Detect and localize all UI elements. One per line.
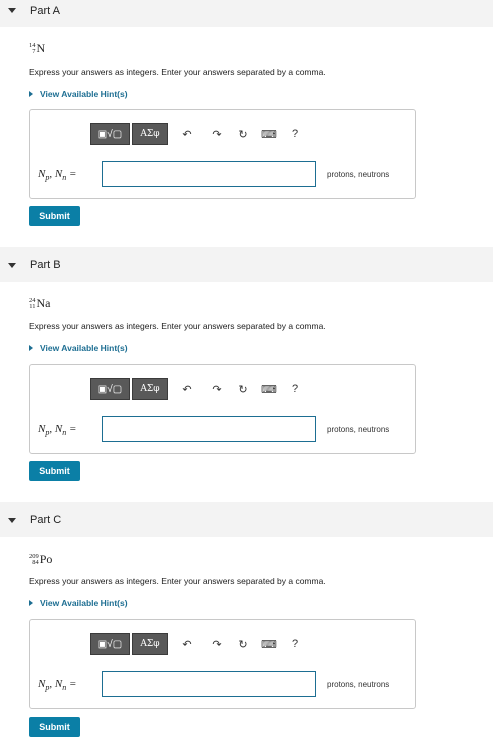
redo-icon[interactable]: ↷ — [206, 123, 228, 145]
answer-input[interactable] — [102, 416, 316, 442]
keyboard-icon[interactable]: ⌨ — [258, 123, 280, 145]
hint-label: View Available Hint(s) — [40, 598, 128, 608]
instructions: Express your answers as integers. Enter … — [29, 67, 326, 77]
symbols-button[interactable]: ΑΣφ — [132, 123, 168, 145]
hint-caret-icon — [29, 600, 33, 606]
keyboard-icon[interactable]: ⌨ — [258, 633, 280, 655]
help-icon[interactable]: ? — [284, 123, 306, 145]
submit-button[interactable]: Submit — [29, 717, 80, 737]
submit-button[interactable]: Submit — [29, 461, 80, 481]
templates-button[interactable]: ▣√▢ — [90, 633, 130, 655]
undo-icon[interactable]: ↶ — [176, 633, 198, 655]
undo-icon[interactable]: ↶ — [176, 123, 198, 145]
reset-icon[interactable]: ↻ — [232, 633, 254, 655]
view-hints-link[interactable]: View Available Hint(s) — [29, 598, 128, 608]
collapse-caret-icon[interactable] — [8, 263, 16, 268]
answer-input[interactable] — [102, 671, 316, 697]
symbols-button[interactable]: ΑΣφ — [132, 633, 168, 655]
undo-icon[interactable]: ↶ — [176, 378, 198, 400]
redo-icon[interactable]: ↷ — [206, 378, 228, 400]
help-icon[interactable]: ? — [284, 633, 306, 655]
atomic-number: 11 — [29, 302, 36, 310]
hint-caret-icon — [29, 345, 33, 351]
answer-label: Np, Nn = — [38, 168, 77, 183]
collapse-caret-icon[interactable] — [8, 8, 16, 13]
templates-button[interactable]: ▣√▢ — [90, 123, 130, 145]
instructions: Express your answers as integers. Enter … — [29, 576, 326, 586]
templates-button[interactable]: ▣√▢ — [90, 378, 130, 400]
math-toolbar: ▣√▢ ΑΣφ ↶ ↷ ↻ ⌨ ? — [90, 377, 306, 401]
part-title: Part C — [30, 514, 62, 526]
instructions: Express your answers as integers. Enter … — [29, 321, 326, 331]
part-header[interactable]: Part C — [0, 502, 493, 537]
answer-box: ▣√▢ ΑΣφ ↶ ↷ ↻ ⌨ ? Np, Nn = protons, neut… — [29, 109, 416, 199]
keyboard-icon[interactable]: ⌨ — [258, 378, 280, 400]
element-symbol: Na — [36, 296, 51, 310]
answer-box: ▣√▢ ΑΣφ ↶ ↷ ↻ ⌨ ? Np, Nn = protons, neut… — [29, 619, 416, 709]
hint-caret-icon — [29, 91, 33, 97]
nuclide-symbol: 14 7 N — [29, 41, 45, 56]
collapse-caret-icon[interactable] — [8, 518, 16, 523]
answer-input[interactable] — [102, 161, 316, 187]
hint-label: View Available Hint(s) — [40, 343, 128, 353]
units-label: protons, neutrons — [327, 680, 390, 689]
help-icon[interactable]: ? — [284, 378, 306, 400]
reset-icon[interactable]: ↻ — [232, 123, 254, 145]
element-symbol: N — [36, 41, 46, 55]
element-symbol: Po — [39, 552, 53, 566]
view-hints-link[interactable]: View Available Hint(s) — [29, 343, 128, 353]
symbols-button[interactable]: ΑΣφ — [132, 378, 168, 400]
part-title: Part A — [30, 5, 60, 17]
units-label: protons, neutrons — [327, 170, 390, 179]
atomic-number: 84 — [32, 558, 39, 566]
math-toolbar: ▣√▢ ΑΣφ ↶ ↷ ↻ ⌨ ? — [90, 632, 306, 656]
part-header[interactable]: Part B — [0, 247, 493, 282]
view-hints-link[interactable]: View Available Hint(s) — [29, 89, 128, 99]
part-header[interactable]: Part A — [0, 0, 493, 27]
nuclide-symbol: 24 11 Na — [29, 296, 51, 311]
submit-button[interactable]: Submit — [29, 206, 80, 226]
hint-label: View Available Hint(s) — [40, 89, 128, 99]
reset-icon[interactable]: ↻ — [232, 378, 254, 400]
part-title: Part B — [30, 259, 61, 271]
redo-icon[interactable]: ↷ — [206, 633, 228, 655]
answer-label: Np, Nn = — [38, 423, 77, 438]
answer-label: Np, Nn = — [38, 678, 77, 693]
answer-box: ▣√▢ ΑΣφ ↶ ↷ ↻ ⌨ ? Np, Nn = protons, neut… — [29, 364, 416, 454]
units-label: protons, neutrons — [327, 425, 390, 434]
atomic-number: 7 — [32, 47, 36, 55]
math-toolbar: ▣√▢ ΑΣφ ↶ ↷ ↻ ⌨ ? — [90, 122, 306, 146]
nuclide-symbol: 209 84 Po — [29, 552, 52, 567]
